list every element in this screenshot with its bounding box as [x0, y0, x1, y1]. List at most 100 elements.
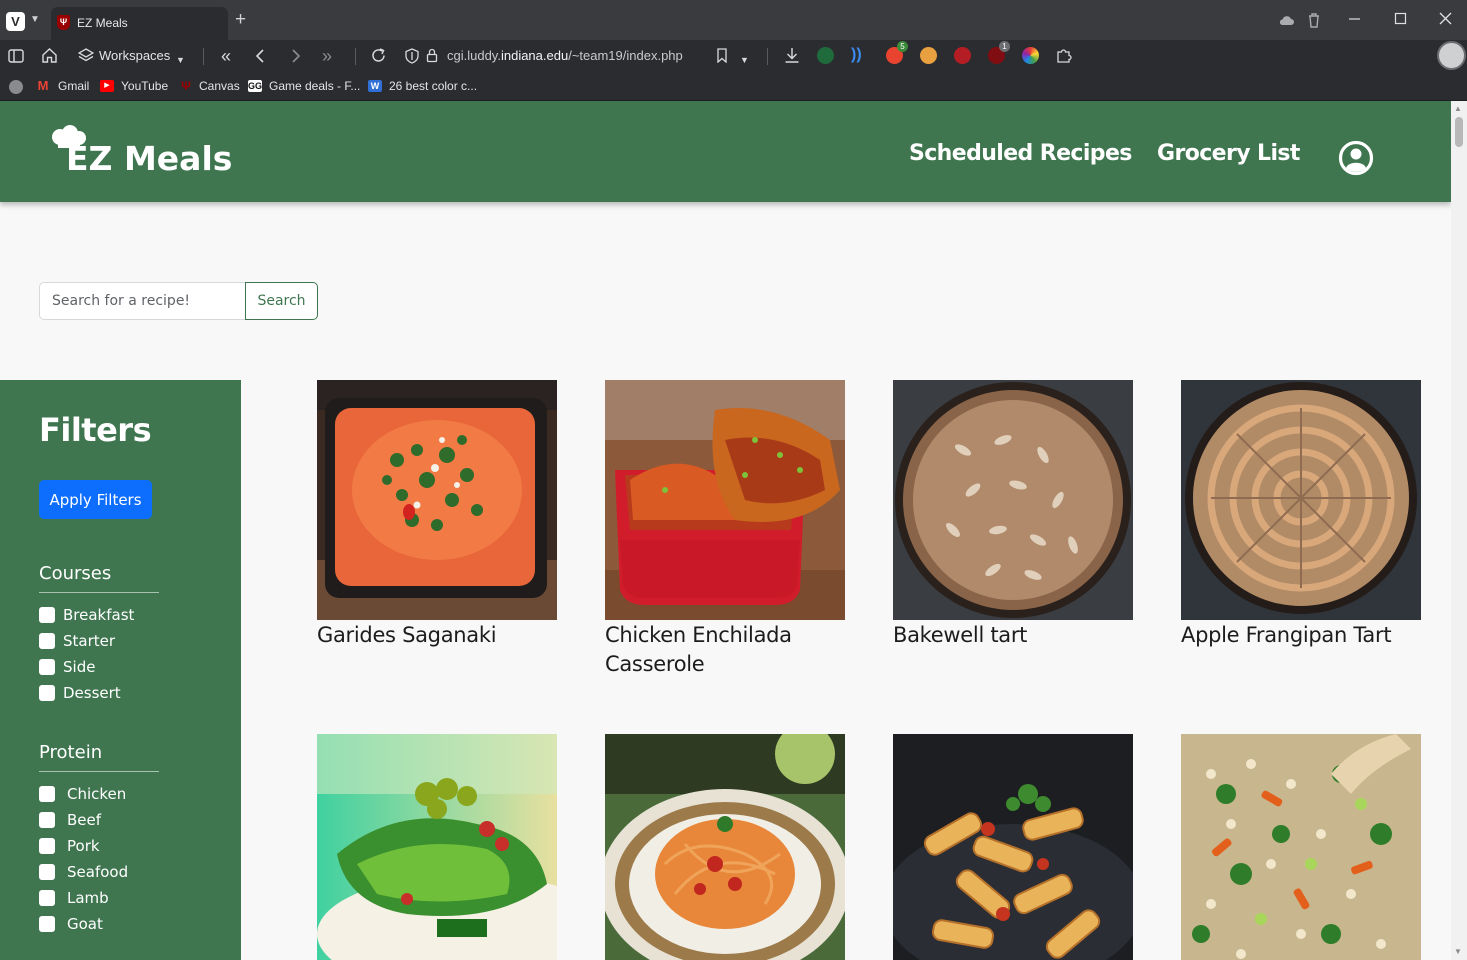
scroll-up-icon[interactable]: ▲	[1454, 104, 1462, 113]
webflow-icon: W	[368, 80, 382, 92]
filters-sidebar: Filters Apply Filters Courses Breakfast …	[0, 380, 241, 960]
url-dropdown-icon[interactable]: ▼	[740, 49, 749, 71]
close-window-icon[interactable]	[1439, 12, 1453, 26]
filter-option-label: Dessert	[63, 684, 121, 702]
profile-avatar[interactable]	[1437, 41, 1466, 70]
bookmark-canvas[interactable]: Canvas	[199, 79, 240, 93]
globe-icon[interactable]	[9, 80, 23, 94]
reload-icon[interactable]	[370, 47, 387, 64]
minimize-icon[interactable]	[1348, 12, 1362, 26]
url-text[interactable]: cgi.luddy.indiana.edu/~team19/index.php	[447, 48, 683, 63]
checkbox[interactable]	[39, 659, 55, 675]
toolbar-separator	[355, 48, 356, 65]
forward-icon[interactable]	[290, 49, 302, 63]
recipe-search-input[interactable]	[39, 282, 246, 320]
iu-favicon-icon: Ψ	[57, 15, 70, 30]
gmail-icon: M	[37, 78, 49, 93]
ublock-badge: 1	[999, 41, 1010, 52]
site-header: EZ Meals Scheduled Recipes Grocery List	[0, 101, 1451, 202]
recipe-image[interactable]	[1181, 734, 1421, 960]
bookmark-game-deals[interactable]: Game deals - F...	[269, 79, 360, 93]
nav-grocery-list[interactable]: Grocery List	[1157, 141, 1300, 166]
trash-icon[interactable]	[1307, 13, 1321, 28]
recipe-title[interactable]: Bakewell tart	[893, 621, 1133, 650]
protein-divider	[39, 771, 159, 772]
browser-tab[interactable]: Ψ EZ Meals	[51, 7, 228, 40]
courses-heading: Courses	[39, 563, 112, 584]
recipe-image[interactable]	[893, 734, 1133, 960]
search-button[interactable]: Search	[245, 282, 318, 320]
extension-cookie-icon[interactable]	[920, 47, 937, 64]
page-scrollbar[interactable]: ▲ ▼	[1451, 101, 1467, 960]
scroll-thumb[interactable]	[1455, 117, 1463, 147]
extensions-puzzle-icon[interactable]	[1055, 46, 1073, 64]
checkbox[interactable]	[39, 838, 55, 854]
filters-title: Filters	[39, 411, 152, 449]
workspaces-button[interactable]: Workspaces	[99, 48, 170, 63]
youtube-icon: ▶	[100, 80, 114, 92]
recipe-title[interactable]: Chicken Enchilada Casserole	[605, 621, 845, 679]
toolbar-separator	[203, 48, 204, 65]
back-icon[interactable]	[254, 49, 266, 63]
logo-text: EZ Meals	[66, 139, 233, 178]
tab-title: EZ Meals	[77, 16, 128, 30]
tab-list-caret-icon[interactable]: ▼	[30, 14, 40, 25]
filter-option-label: Chicken	[67, 785, 127, 803]
maximize-icon[interactable]	[1394, 12, 1408, 26]
apply-filters-button[interactable]: Apply Filters	[39, 480, 152, 519]
recipe-image[interactable]	[317, 734, 557, 960]
nav-scheduled-recipes[interactable]: Scheduled Recipes	[909, 141, 1132, 166]
toolbar-separator	[767, 48, 768, 65]
courses-divider	[39, 592, 159, 593]
filter-option-label: Seafood	[67, 863, 129, 881]
vivaldi-menu-icon[interactable]: V	[6, 12, 25, 31]
extension-badge: 5	[897, 41, 908, 52]
extension-wave-icon[interactable]: ))	[851, 44, 862, 66]
workspaces-caret-icon[interactable]: ▼	[176, 49, 185, 71]
filter-option-label: Goat	[67, 915, 103, 933]
download-icon[interactable]	[784, 47, 800, 64]
checkbox[interactable]	[39, 864, 55, 880]
bookmark-color-palettes[interactable]: 26 best color c...	[389, 79, 477, 93]
bookmark-youtube[interactable]: YouTube	[121, 79, 168, 93]
checkbox[interactable]	[39, 916, 55, 932]
checkbox[interactable]	[39, 812, 55, 828]
shield-icon[interactable]	[405, 48, 419, 64]
recipe-image-bakewell-tart[interactable]	[893, 380, 1133, 620]
lock-icon[interactable]	[426, 48, 438, 63]
recipe-title[interactable]: Apple Frangipan Tart	[1181, 621, 1421, 650]
account-icon[interactable]	[1338, 140, 1374, 176]
checkbox[interactable]	[39, 685, 55, 701]
recipe-image-chicken-enchilada-casserole[interactable]	[605, 380, 845, 620]
recipe-title[interactable]: Garides Saganaki	[317, 621, 557, 650]
home-icon[interactable]	[41, 47, 58, 64]
fast-forward-icon[interactable]: »	[322, 45, 332, 67]
bookmark-gmail[interactable]: Gmail	[58, 79, 89, 93]
color-picker-extension-icon[interactable]	[1022, 47, 1039, 64]
checkbox[interactable]	[39, 607, 55, 623]
scroll-down-icon[interactable]: ▼	[1454, 947, 1462, 956]
filter-option-label: Starter	[63, 632, 116, 650]
recipe-image[interactable]	[605, 734, 845, 960]
site-logo[interactable]: EZ Meals	[50, 125, 232, 180]
filter-option-label: Lamb	[67, 889, 109, 907]
extension-play-icon[interactable]	[954, 47, 971, 64]
workspaces-icon[interactable]	[78, 48, 94, 64]
checkbox[interactable]	[39, 786, 55, 802]
extension-green-icon[interactable]	[817, 47, 834, 64]
checkbox[interactable]	[39, 890, 55, 906]
filter-option-label: Breakfast	[63, 606, 135, 624]
cloud-sync-icon[interactable]	[1278, 14, 1294, 26]
recipe-image-garides-saganaki[interactable]	[317, 380, 557, 620]
recipe-image-apple-frangipan-tart[interactable]	[1181, 380, 1421, 620]
browser-address-bar: Workspaces ▼ « » cgi.luddy.indiana.edu/~…	[0, 40, 1467, 72]
rewind-icon[interactable]: «	[221, 45, 231, 67]
protein-heading: Protein	[39, 742, 103, 763]
filter-option-label: Beef	[67, 811, 102, 829]
new-tab-button[interactable]: +	[235, 10, 246, 30]
checkbox[interactable]	[39, 633, 55, 649]
filter-option-label: Pork	[67, 837, 100, 855]
bookmark-icon[interactable]	[716, 48, 728, 63]
web-page: EZ Meals Scheduled Recipes Grocery List …	[0, 101, 1451, 960]
panel-toggle-icon[interactable]	[8, 48, 24, 64]
